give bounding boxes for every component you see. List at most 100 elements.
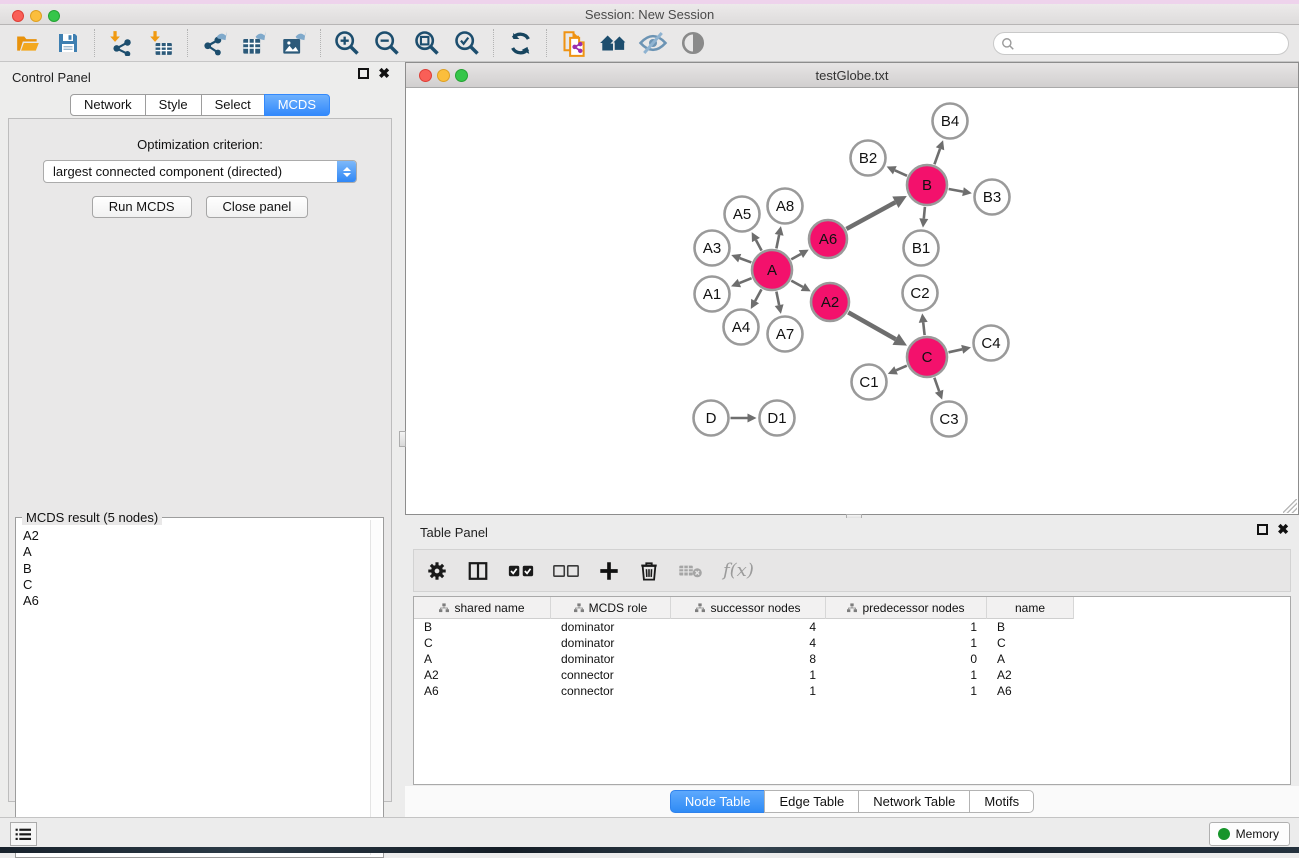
graph-node-B1[interactable]: B1 xyxy=(904,231,939,266)
close-panel-icon[interactable]: ✖ xyxy=(378,68,390,79)
duplicate-network-icon[interactable] xyxy=(556,28,590,58)
column-header-MCDS-role[interactable]: MCDS role xyxy=(551,597,671,619)
table-cell[interactable]: 4 xyxy=(671,619,826,635)
graph-node-A8[interactable]: A8 xyxy=(768,189,803,224)
graph-edge-C-C3[interactable] xyxy=(934,378,939,391)
houses-icon[interactable] xyxy=(596,28,630,58)
table-cell[interactable]: dominator xyxy=(551,619,671,635)
graph-edge-C-C1[interactable] xyxy=(896,366,907,371)
table-row-B[interactable]: Bdominator41B xyxy=(414,619,1290,635)
table-cell[interactable]: A xyxy=(414,651,551,667)
mcds-result-item[interactable]: A xyxy=(23,544,383,560)
graph-edge-A6-B[interactable] xyxy=(846,202,895,229)
tab-network-table[interactable]: Network Table xyxy=(858,790,970,813)
column-header-name[interactable]: name xyxy=(987,597,1074,619)
zoom-selected-icon[interactable] xyxy=(450,28,484,58)
zoom-in-icon[interactable] xyxy=(330,28,364,58)
graph-edge-A-A2[interactable] xyxy=(791,281,803,287)
graph-edge-C-C2[interactable] xyxy=(923,322,924,335)
search-input[interactable] xyxy=(1020,35,1288,53)
mcds-result-item[interactable]: B xyxy=(23,561,383,577)
close-panel-button[interactable]: Close panel xyxy=(206,196,309,218)
table-row-A[interactable]: Adominator80A xyxy=(414,651,1290,667)
tab-edge-table[interactable]: Edge Table xyxy=(764,790,859,813)
table-row-A6[interactable]: A6connector11A6 xyxy=(414,683,1290,699)
open-folder-icon[interactable] xyxy=(11,28,45,58)
table-cell[interactable]: A xyxy=(987,651,1074,667)
graph-edge-A-A1[interactable] xyxy=(739,278,751,283)
table-cell[interactable]: connector xyxy=(551,683,671,699)
graph-edge-B-B4[interactable] xyxy=(934,149,940,165)
graph-edge-A-A7[interactable] xyxy=(776,292,779,306)
result-scrollbar[interactable] xyxy=(370,520,381,855)
graph-node-A7[interactable]: A7 xyxy=(768,317,803,352)
column-layout-icon[interactable] xyxy=(467,560,489,582)
mcds-result-item[interactable]: C xyxy=(23,577,383,593)
column-header-shared-name[interactable]: shared name xyxy=(414,597,551,619)
export-table-icon[interactable] xyxy=(237,28,271,58)
save-icon[interactable] xyxy=(51,28,85,58)
float-panel-icon[interactable] xyxy=(358,68,369,79)
graph-node-B2[interactable]: B2 xyxy=(851,141,886,176)
graph-node-B4[interactable]: B4 xyxy=(933,104,968,139)
table-cell[interactable]: 4 xyxy=(671,635,826,651)
graph-node-A[interactable]: A xyxy=(752,250,792,290)
delete-icon[interactable] xyxy=(639,560,659,582)
run-mcds-button[interactable]: Run MCDS xyxy=(92,196,192,218)
splitter-grip-left[interactable] xyxy=(399,431,406,447)
graph-node-A3[interactable]: A3 xyxy=(695,231,730,266)
graph-edge-A-A6[interactable] xyxy=(791,254,801,259)
export-network-icon[interactable] xyxy=(197,28,231,58)
graph-node-C3[interactable]: C3 xyxy=(932,402,967,437)
mcds-result-item[interactable]: A2 xyxy=(23,528,383,544)
graph-edge-B-B2[interactable] xyxy=(895,170,907,176)
table-cell[interactable]: 1 xyxy=(671,683,826,699)
task-history-button[interactable] xyxy=(10,822,37,846)
graph-node-D1[interactable]: D1 xyxy=(760,401,795,436)
mcds-result-item[interactable]: A6 xyxy=(23,593,383,609)
memory-button[interactable]: Memory xyxy=(1209,822,1290,846)
tab-select[interactable]: Select xyxy=(201,94,265,116)
table-cell[interactable]: B xyxy=(414,619,551,635)
graph-edge-A2-C[interactable] xyxy=(848,312,895,339)
eye-slash-icon[interactable] xyxy=(636,28,670,58)
graph-node-C[interactable]: C xyxy=(907,337,947,377)
table-cell[interactable]: 1 xyxy=(826,683,987,699)
network-canvas[interactable]: B4B2BB3A8A5A6A3B1AA1C2A2A4A7C4CC1C3DD1 xyxy=(406,89,1298,514)
graph-edge-A-A5[interactable] xyxy=(756,240,762,251)
column-header-predecessor-nodes[interactable]: predecessor nodes xyxy=(826,597,987,619)
graph-node-A1[interactable]: A1 xyxy=(695,277,730,312)
graph-edge-B-B1[interactable] xyxy=(924,207,925,219)
table-cell[interactable]: A2 xyxy=(414,667,551,683)
window-resize-grip[interactable] xyxy=(1283,499,1297,513)
tab-style[interactable]: Style xyxy=(145,94,202,116)
table-cell[interactable]: 1 xyxy=(826,635,987,651)
optimization-criterion-select[interactable]: largest connected component (directed) xyxy=(43,160,357,183)
float-table-panel-icon[interactable] xyxy=(1257,524,1268,535)
zoom-fit-icon[interactable] xyxy=(410,28,444,58)
node-table[interactable]: shared nameMCDS rolesuccessor nodesprede… xyxy=(413,596,1291,785)
graph-node-D[interactable]: D xyxy=(694,401,729,436)
table-cell[interactable]: 1 xyxy=(671,667,826,683)
table-cell[interactable]: connector xyxy=(551,667,671,683)
graph-node-A6[interactable]: A6 xyxy=(809,220,847,258)
tab-node-table[interactable]: Node Table xyxy=(670,790,766,813)
table-cell[interactable]: A6 xyxy=(987,683,1074,699)
tab-mcds[interactable]: MCDS xyxy=(264,94,330,116)
column-header-successor-nodes[interactable]: successor nodes xyxy=(671,597,826,619)
table-cell[interactable]: C xyxy=(414,635,551,651)
tab-network[interactable]: Network xyxy=(70,94,146,116)
select-all-icon[interactable] xyxy=(508,563,534,579)
graph-edge-A-A4[interactable] xyxy=(755,289,761,301)
zoom-out-icon[interactable] xyxy=(370,28,404,58)
table-cell[interactable]: B xyxy=(987,619,1074,635)
table-cell[interactable]: 8 xyxy=(671,651,826,667)
table-row-A2[interactable]: A2connector11A2 xyxy=(414,667,1290,683)
tab-motifs[interactable]: Motifs xyxy=(969,790,1034,813)
import-network-icon[interactable] xyxy=(104,28,138,58)
graph-node-C4[interactable]: C4 xyxy=(974,326,1009,361)
settings-gear-icon[interactable] xyxy=(426,560,448,582)
graph-node-B3[interactable]: B3 xyxy=(975,180,1010,215)
table-cell[interactable]: 1 xyxy=(826,619,987,635)
graph-edge-C-C4[interactable] xyxy=(948,349,962,352)
